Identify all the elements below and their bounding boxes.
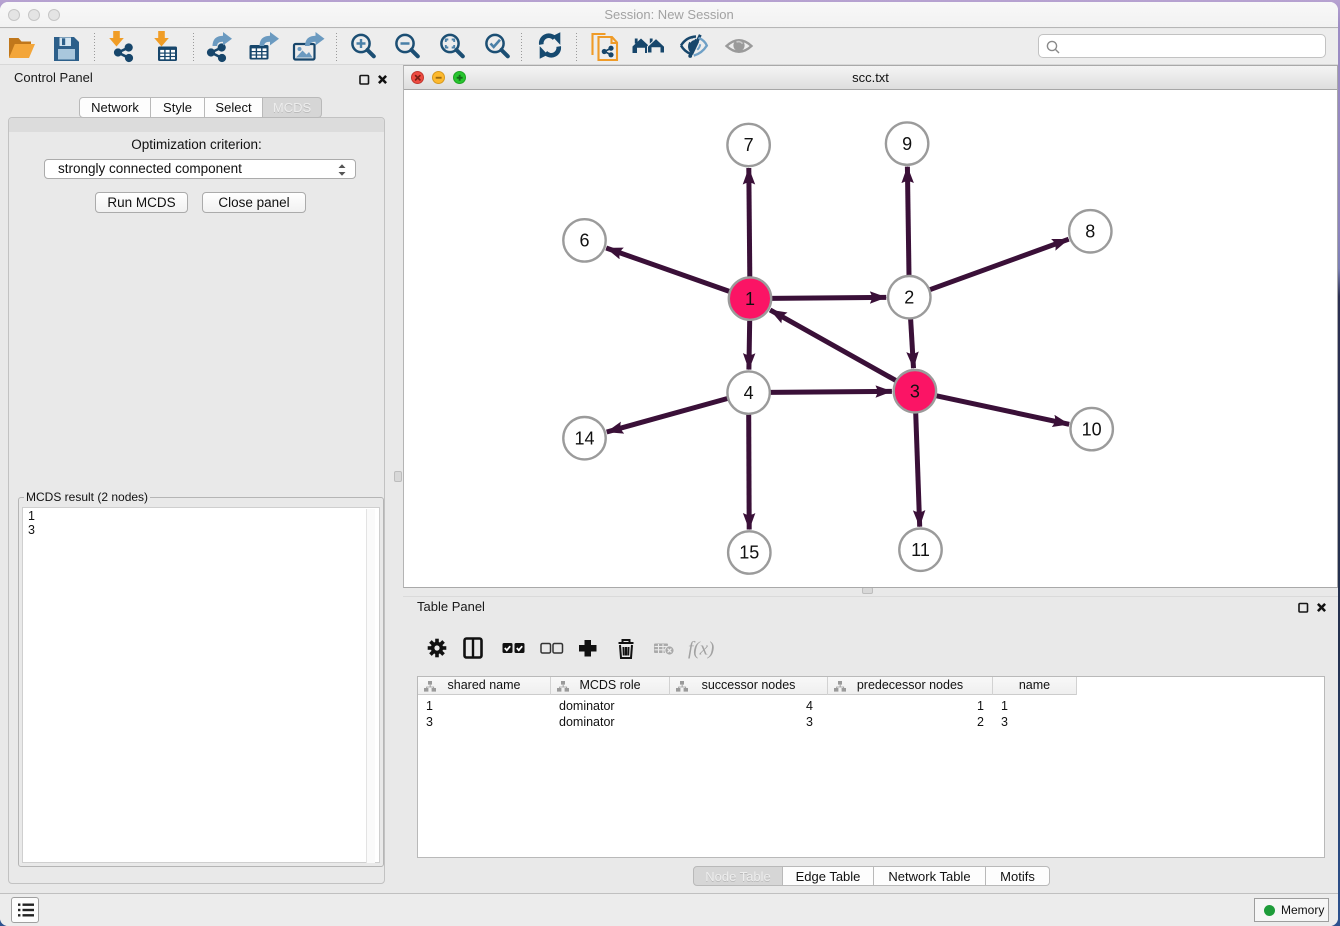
svg-text:14: 14 — [574, 428, 594, 448]
svg-text:8: 8 — [1085, 222, 1095, 242]
svg-text:6: 6 — [579, 231, 589, 251]
svg-text:15: 15 — [739, 543, 759, 563]
svg-text:9: 9 — [902, 134, 912, 154]
svg-text:1: 1 — [745, 289, 755, 309]
svg-text:11: 11 — [911, 540, 930, 560]
svg-text:2: 2 — [904, 287, 914, 307]
svg-text:f(x): f(x) — [688, 639, 714, 660]
svg-text:10: 10 — [1082, 419, 1102, 439]
svg-text:7: 7 — [744, 135, 754, 155]
svg-text:3: 3 — [910, 381, 920, 401]
svg-text:4: 4 — [744, 383, 754, 403]
